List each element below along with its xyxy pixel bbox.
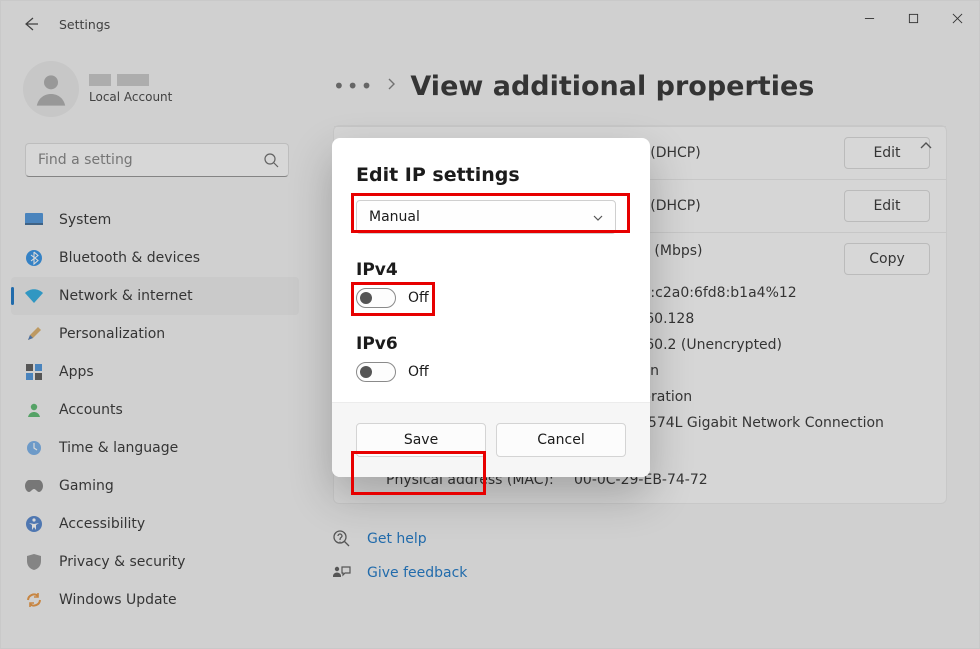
settings-window: Settings Local Account [0, 0, 980, 649]
ipv4-toggle[interactable] [356, 288, 396, 308]
dialog-title: Edit IP settings [356, 164, 626, 186]
ipv6-toggle-label: Off [408, 364, 429, 380]
chevron-down-icon [593, 209, 603, 225]
ip-mode-dropdown[interactable]: Manual [356, 200, 616, 234]
cancel-button[interactable]: Cancel [496, 423, 626, 457]
ipv4-toggle-label: Off [408, 290, 429, 306]
save-button[interactable]: Save [356, 423, 486, 457]
ipv4-heading: IPv4 [356, 260, 626, 280]
dropdown-value: Manual [369, 209, 420, 225]
ipv6-toggle[interactable] [356, 362, 396, 382]
ipv6-heading: IPv6 [356, 334, 626, 354]
edit-ip-settings-dialog: Edit IP settings Manual IPv4 Off IPv6 Of… [332, 138, 650, 477]
